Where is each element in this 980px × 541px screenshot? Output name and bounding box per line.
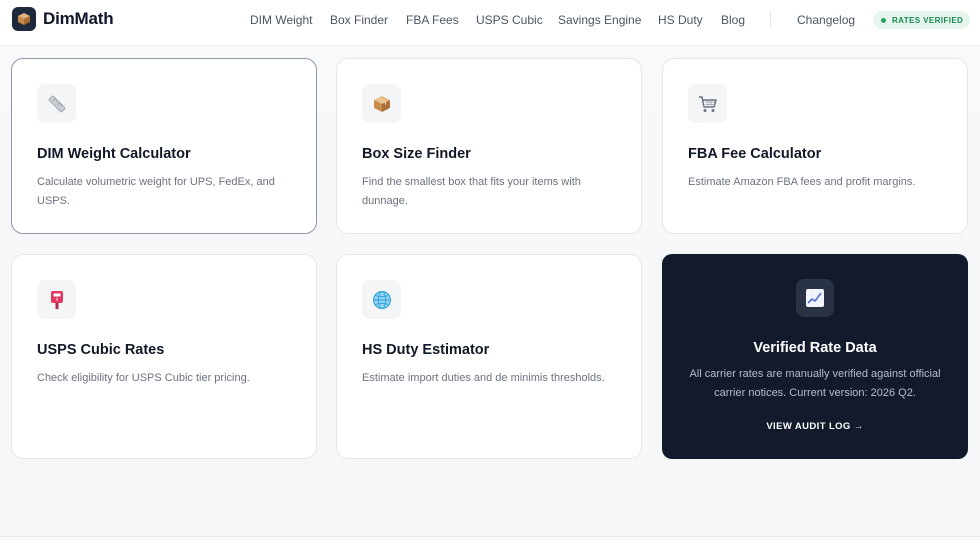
status-dot-icon — [881, 17, 886, 23]
nav-link-usps-cubic[interactable]: USPS Cubic — [476, 13, 543, 27]
view-audit-log-link[interactable]: VIEW AUDIT LOG → — [662, 421, 968, 432]
tool-card-dim-weight[interactable]: DIM Weight Calculator Calculate volumetr… — [11, 58, 317, 234]
nav-link-blog[interactable]: Blog — [721, 13, 745, 27]
tool-card-hs-duty[interactable]: HS Duty Estimator Estimate import duties… — [336, 254, 642, 459]
card-description: Check eligibility for USPS Cubic tier pr… — [37, 372, 250, 384]
card-title: Box Size Finder — [362, 146, 471, 162]
ruler-icon — [37, 84, 76, 123]
verified-rate-data-card: Verified Rate Data All carrier rates are… — [662, 254, 968, 459]
tool-card-usps-cubic[interactable]: USPS Cubic Rates Check eligibility for U… — [11, 254, 317, 459]
tool-card-box-finder[interactable]: Box Size Finder Find the smallest box th… — [336, 58, 642, 234]
postbox-icon — [37, 280, 76, 319]
badge-label: RATES VERIFIED — [892, 15, 964, 25]
nav-divider — [770, 11, 771, 27]
card-description: Find the smallest box that fits your ite… — [362, 176, 581, 207]
shopping-cart-icon — [688, 84, 727, 123]
brand[interactable]: DimMath — [12, 7, 114, 31]
card-description: Estimate Amazon FBA fees and profit marg… — [688, 176, 916, 188]
nav-link-changelog[interactable]: Changelog — [797, 13, 855, 27]
card-title: HS Duty Estimator — [362, 342, 490, 358]
card-title: USPS Cubic Rates — [37, 342, 165, 358]
nav-link-hs-duty[interactable]: HS Duty — [658, 13, 703, 27]
globe-icon — [362, 280, 401, 319]
verified-description: All carrier rates are manually verified … — [689, 368, 941, 399]
package-icon — [12, 7, 36, 31]
nav-link-dim-weight[interactable]: DIM Weight — [250, 13, 312, 27]
nav-link-savings-engine[interactable]: Savings Engine — [558, 13, 641, 27]
brand-name: DimMath — [43, 9, 114, 28]
package-icon — [362, 84, 401, 123]
verified-title: Verified Rate Data — [753, 340, 877, 356]
nav-link-box-finder[interactable]: Box Finder — [330, 13, 388, 27]
card-title: FBA Fee Calculator — [688, 146, 822, 162]
card-title: DIM Weight Calculator — [37, 146, 191, 162]
card-description: Calculate volumetric weight for UPS, Fed… — [37, 176, 275, 207]
top-navbar: DimMath DIM Weight Box Finder FBA Fees U… — [0, 0, 980, 46]
card-description: Estimate import duties and de minimis th… — [362, 372, 605, 384]
footer-divider — [0, 536, 980, 537]
nav-link-fba-fees[interactable]: FBA Fees — [406, 13, 459, 27]
chart-increasing-icon — [796, 279, 834, 317]
tool-card-fba-fees[interactable]: FBA Fee Calculator Estimate Amazon FBA f… — [662, 58, 968, 234]
rates-verified-badge: RATES VERIFIED — [873, 11, 971, 29]
